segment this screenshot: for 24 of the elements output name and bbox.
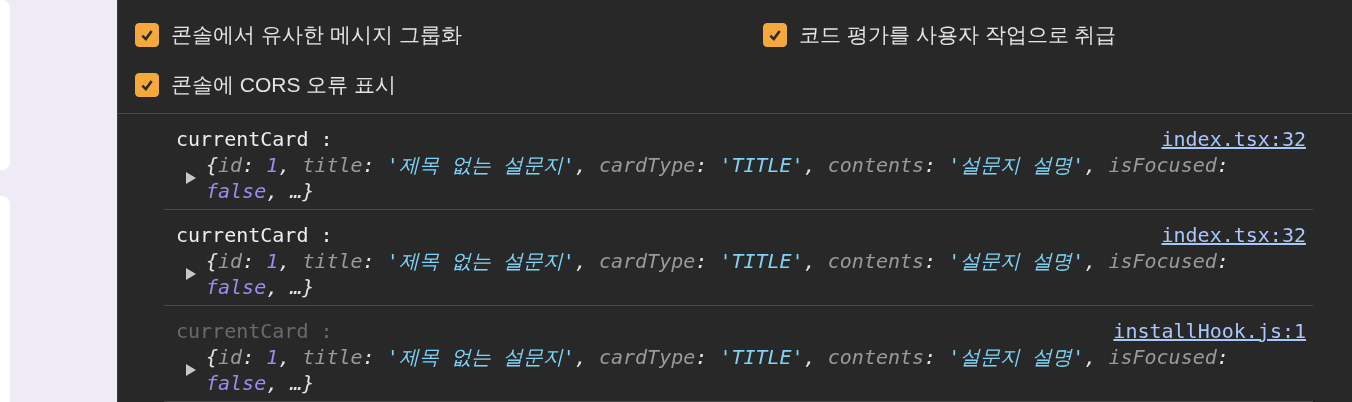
expand-triangle-icon[interactable]: [186, 364, 196, 376]
expand-triangle-icon[interactable]: [186, 172, 196, 184]
object-preview: false, …}: [206, 178, 316, 204]
object-preview: {id: 1, title: '제목 없는 설문지', cardType: 'TITLE', contents: '설문지 설명', isFocused:: [206, 248, 1229, 274]
log-label: currentCard :: [176, 127, 333, 151]
check-icon: [140, 28, 154, 42]
setting-label: 코드 평가를 사용자 작업으로 취급: [799, 22, 1117, 48]
check-icon: [768, 28, 782, 42]
source-link[interactable]: index.tsx:32: [1161, 223, 1306, 247]
object-preview: false, …}: [206, 274, 316, 300]
object-preview: false, …}: [206, 370, 316, 396]
setting-label: 콘솔에서 유사한 메시지 그룹화: [171, 22, 462, 48]
source-link[interactable]: installHook.js:1: [1113, 319, 1306, 343]
object-preview: {id: 1, title: '제목 없는 설문지', cardType: 'TITLE', contents: '설문지 설명', isFocused:: [206, 344, 1229, 370]
expand-triangle-icon[interactable]: [186, 268, 196, 280]
setting-label: 콘솔에 CORS 오류 표시: [171, 72, 397, 98]
checkbox[interactable]: [135, 73, 159, 97]
source-link[interactable]: index.tsx:32: [1161, 127, 1306, 151]
log-label: currentCard :: [176, 223, 333, 247]
checkbox[interactable]: [135, 23, 159, 47]
checkbox[interactable]: [763, 23, 787, 47]
log-label: currentCard :: [176, 319, 333, 343]
check-icon: [140, 78, 154, 92]
object-preview: {id: 1, title: '제목 없는 설문지', cardType: 'TITLE', contents: '설문지 설명', isFocused:: [206, 152, 1229, 178]
